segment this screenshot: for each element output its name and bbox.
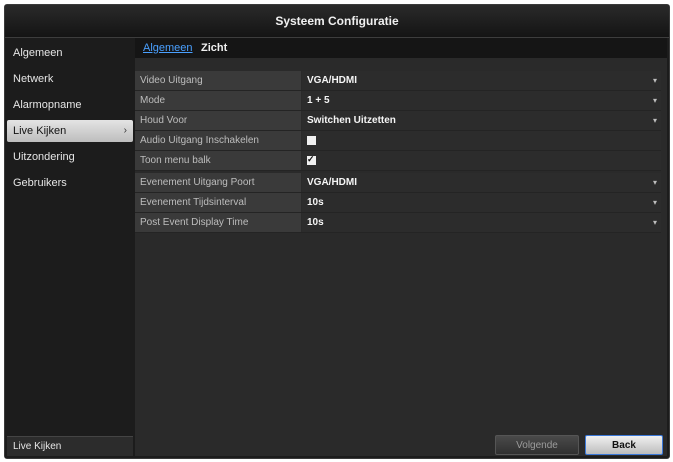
next-button[interactable]: Volgende (495, 435, 579, 455)
select-value: VGA/HDMI (307, 177, 357, 188)
setting-label: Mode (135, 91, 301, 110)
event-output-port-select[interactable]: VGA/HDMI ▾ (302, 173, 661, 192)
chevron-right-icon: › (123, 125, 127, 136)
setting-label: Audio Uitgang Inschakelen (135, 131, 301, 150)
sidebar-item-algemeen[interactable]: Algemeen (7, 42, 133, 64)
setting-label: Post Event Display Time (135, 213, 301, 232)
dropdown-arrow-icon: ▾ (652, 218, 657, 227)
select-value: 10s (307, 197, 324, 208)
dropdown-arrow-icon: ▾ (652, 198, 657, 207)
dropdown-arrow-icon: ▾ (652, 76, 657, 85)
tab-zicht[interactable]: Zicht (201, 38, 227, 58)
sidebar: Algemeen Netwerk Alarmopname Live Kijken… (5, 38, 133, 458)
setting-row-event-interval: Evenement Tijdsinterval 10s ▾ (135, 193, 661, 213)
mode-select[interactable]: 1 + 5 ▾ (302, 91, 661, 110)
event-interval-select[interactable]: 10s ▾ (302, 193, 661, 212)
system-configuration-window: Systeem Configuratie Algemeen Netwerk Al… (4, 4, 670, 459)
dropdown-arrow-icon: ▾ (652, 116, 657, 125)
back-button[interactable]: Back (585, 435, 663, 455)
audio-output-checkbox[interactable] (307, 136, 316, 145)
sidebar-item-live-kijken[interactable]: Live Kijken › (7, 120, 133, 142)
setting-row-audio-output: Audio Uitgang Inschakelen (135, 131, 661, 151)
setting-row-event-output-port: Evenement Uitgang Poort VGA/HDMI ▾ (135, 173, 661, 193)
checkmark-icon: ✓ (307, 154, 315, 164)
settings-panel: Algemeen Zicht Video Uitgang VGA/HDMI ▾ … (135, 38, 667, 456)
window-title: Systeem Configuratie (5, 5, 669, 38)
tab-bar: Algemeen Zicht (135, 38, 667, 58)
dropdown-arrow-icon: ▾ (652, 178, 657, 187)
setting-row-hold-for: Houd Voor Switchen Uitzetten ▾ (135, 111, 661, 131)
audio-output-cell (302, 131, 661, 150)
select-value: Switchen Uitzetten (307, 115, 396, 126)
setting-row-post-event-display-time: Post Event Display Time 10s ▾ (135, 213, 661, 233)
tab-algemeen[interactable]: Algemeen (143, 38, 193, 58)
sidebar-item-gebruikers[interactable]: Gebruikers (7, 172, 133, 194)
video-output-select[interactable]: VGA/HDMI ▾ (302, 71, 661, 90)
setting-row-mode: Mode 1 + 5 ▾ (135, 91, 661, 111)
setting-label: Evenement Uitgang Poort (135, 173, 301, 192)
post-event-display-time-select[interactable]: 10s ▾ (302, 213, 661, 232)
hold-for-select[interactable]: Switchen Uitzetten ▾ (302, 111, 661, 130)
sidebar-footer-current-section: Live Kijken (7, 436, 133, 456)
show-menu-bar-checkbox[interactable]: ✓ (307, 154, 316, 165)
dropdown-arrow-icon: ▾ (652, 96, 657, 105)
setting-label: Houd Voor (135, 111, 301, 130)
sidebar-item-uitzondering[interactable]: Uitzondering (7, 146, 133, 168)
setting-row-show-menu-bar: Toon menu balk ✓ (135, 151, 661, 171)
setting-row-video-output: Video Uitgang VGA/HDMI ▾ (135, 71, 661, 91)
sidebar-item-label: Live Kijken (13, 125, 67, 137)
select-value: VGA/HDMI (307, 75, 357, 86)
setting-label: Video Uitgang (135, 71, 301, 90)
select-value: 1 + 5 (307, 95, 330, 106)
sidebar-item-alarmopname[interactable]: Alarmopname (7, 94, 133, 116)
sidebar-item-netwerk[interactable]: Netwerk (7, 68, 133, 90)
setting-label: Toon menu balk (135, 151, 301, 170)
setting-label: Evenement Tijdsinterval (135, 193, 301, 212)
select-value: 10s (307, 217, 324, 228)
show-menu-bar-cell: ✓ (302, 151, 661, 170)
